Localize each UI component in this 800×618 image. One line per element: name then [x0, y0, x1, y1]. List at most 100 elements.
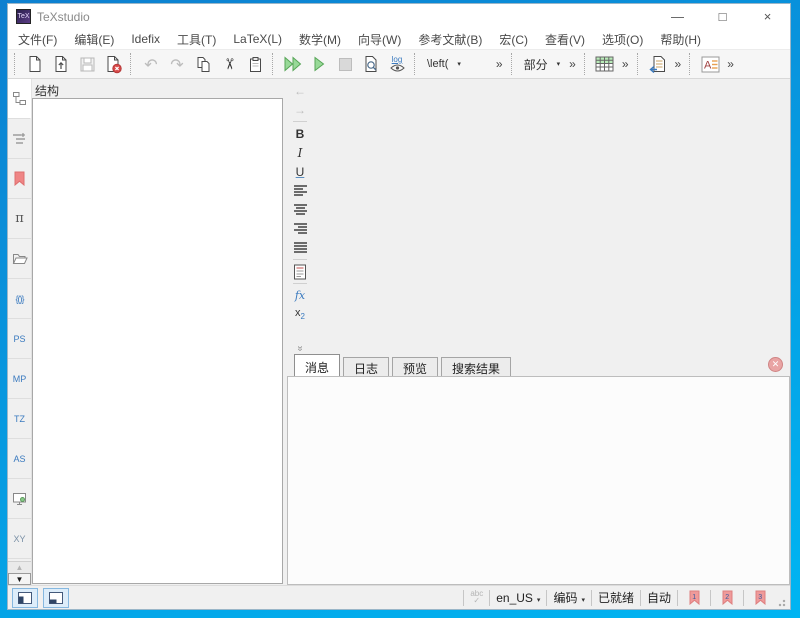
- format-button[interactable]: A: [697, 51, 723, 77]
- toolbar-extension-button[interactable]: »: [295, 346, 306, 352]
- sidebar-item-tikz[interactable]: TZ: [8, 399, 31, 439]
- compile-button[interactable]: [306, 51, 332, 77]
- bold-button[interactable]: B: [290, 124, 310, 143]
- tab-messages[interactable]: 消息: [294, 354, 340, 376]
- bookmark-2-button[interactable]: 2: [717, 590, 737, 605]
- reload-document-button[interactable]: [645, 51, 671, 77]
- sidebar-item-toc[interactable]: [8, 119, 31, 159]
- menu-math[interactable]: 数学(M): [299, 31, 341, 48]
- reload-document-icon: [648, 55, 667, 73]
- sidebar-item-metapost[interactable]: MP: [8, 359, 31, 399]
- spellcheck-icon[interactable]: abc ✓: [470, 590, 483, 605]
- tikz-label: TZ: [14, 414, 25, 424]
- menu-bibliography[interactable]: 参考文献(B): [418, 31, 482, 48]
- sidebar-item-pstricks[interactable]: PS: [8, 319, 31, 359]
- minimize-button[interactable]: —: [655, 4, 700, 29]
- tab-search-results[interactable]: 搜索结果: [441, 357, 511, 376]
- undo-button[interactable]: ↶: [138, 51, 164, 77]
- cut-button[interactable]: ✂: [216, 51, 242, 77]
- underline-icon: U: [296, 165, 305, 179]
- menu-tools[interactable]: 工具(T): [177, 31, 216, 48]
- bottom-panel-icon: [49, 592, 63, 604]
- sidebar-item-xymatrix[interactable]: XY: [8, 519, 31, 559]
- open-document-button[interactable]: [48, 51, 74, 77]
- menu-idefix[interactable]: Idefix: [131, 32, 160, 46]
- insert-page-button[interactable]: [290, 262, 310, 281]
- structure-tree-view[interactable]: [32, 98, 283, 584]
- toggle-side-panel-button[interactable]: [12, 588, 38, 608]
- italic-button[interactable]: I: [290, 143, 310, 162]
- close-button[interactable]: ×: [745, 4, 790, 29]
- separator: [463, 590, 464, 606]
- menu-view[interactable]: 查看(V): [545, 31, 585, 48]
- stop-button[interactable]: [332, 51, 358, 77]
- brackets-icon: {()}: [15, 294, 23, 304]
- tab-preview[interactable]: 预览: [392, 357, 438, 376]
- inline-math-button[interactable]: fx: [290, 286, 310, 305]
- format-overflow-button[interactable]: »: [723, 57, 738, 71]
- maximize-button[interactable]: □: [700, 4, 745, 29]
- sidebar-scroll-up-button[interactable]: ▲: [8, 561, 31, 573]
- menu-wizard[interactable]: 向导(W): [358, 31, 401, 48]
- navigate-forward-button[interactable]: →: [290, 100, 310, 119]
- bookmark-1-button[interactable]: 1: [684, 590, 704, 605]
- section-dropdown[interactable]: 部分 ▾: [519, 52, 566, 76]
- encoding-selector[interactable]: 编码: [553, 589, 577, 606]
- tab-log[interactable]: 日志: [343, 357, 389, 376]
- language-selector[interactable]: en_US: [496, 591, 533, 605]
- chevron-down-icon: ▾: [557, 60, 561, 68]
- navigate-back-button[interactable]: ←: [290, 81, 310, 100]
- redo-button[interactable]: ↷: [164, 51, 190, 77]
- sidebar-item-bookmarks[interactable]: [8, 159, 31, 199]
- sidebar-item-beamer[interactable]: [8, 479, 31, 519]
- paste-button[interactable]: [242, 51, 268, 77]
- menu-latex[interactable]: LaTeX(L): [233, 32, 282, 46]
- toggle-bottom-panel-button[interactable]: [43, 588, 69, 608]
- structure-panel: 结构: [32, 81, 285, 585]
- sidebar-item-structure[interactable]: [8, 79, 31, 119]
- pstricks-label: PS: [13, 334, 25, 344]
- underline-button[interactable]: U: [290, 162, 310, 181]
- sidebar-item-files[interactable]: [8, 239, 31, 279]
- sidebar-scroll-down-button[interactable]: ▼: [8, 573, 31, 585]
- chevron-down-icon: ▾: [457, 60, 461, 68]
- diff-overflow-button[interactable]: »: [671, 57, 686, 71]
- math-toolbar-group: \left( ▾ »: [422, 50, 507, 78]
- menu-options[interactable]: 选项(O): [602, 31, 643, 48]
- subscript-button[interactable]: x2: [290, 305, 310, 324]
- menu-file[interactable]: 文件(F): [18, 31, 57, 48]
- xymatrix-label: XY: [13, 534, 25, 544]
- table-button[interactable]: [592, 51, 618, 77]
- copy-button[interactable]: [190, 51, 216, 77]
- messages-close-button[interactable]: ✕: [768, 357, 783, 372]
- view-log-button[interactable]: log: [384, 51, 410, 77]
- math-overflow-button[interactable]: »: [492, 57, 507, 71]
- section-overflow-button[interactable]: »: [565, 57, 580, 71]
- toolbar-handle: [584, 53, 589, 75]
- align-justify-button[interactable]: [290, 238, 310, 257]
- bookmark-2-icon: 2: [721, 590, 734, 605]
- sidebar-item-symbols[interactable]: π: [8, 199, 31, 239]
- build-and-view-icon: [284, 56, 302, 72]
- save-button[interactable]: [74, 51, 100, 77]
- app-icon: TeX: [16, 9, 31, 24]
- table-overflow-button[interactable]: »: [618, 57, 633, 71]
- view-pdf-button[interactable]: [358, 51, 384, 77]
- menu-help[interactable]: 帮助(H): [660, 31, 701, 48]
- build-and-view-button[interactable]: [280, 51, 306, 77]
- align-left-button[interactable]: [290, 181, 310, 200]
- sidebar-item-asymptote[interactable]: AS: [8, 439, 31, 479]
- open-document-icon: [52, 55, 70, 73]
- align-right-button[interactable]: [290, 219, 310, 238]
- metapost-label: MP: [13, 374, 27, 384]
- close-document-button[interactable]: [100, 51, 126, 77]
- sidebar-item-brackets[interactable]: {()}: [8, 279, 31, 319]
- new-document-button[interactable]: [22, 51, 48, 77]
- bookmark-3-button[interactable]: 3: [750, 590, 770, 605]
- editor-area[interactable]: [311, 79, 790, 354]
- resize-grip[interactable]: [776, 597, 786, 607]
- menu-macros[interactable]: 宏(C): [499, 31, 528, 48]
- menu-edit[interactable]: 编辑(E): [74, 31, 114, 48]
- align-center-button[interactable]: [290, 200, 310, 219]
- left-bracket-dropdown[interactable]: \left( ▾: [422, 52, 466, 76]
